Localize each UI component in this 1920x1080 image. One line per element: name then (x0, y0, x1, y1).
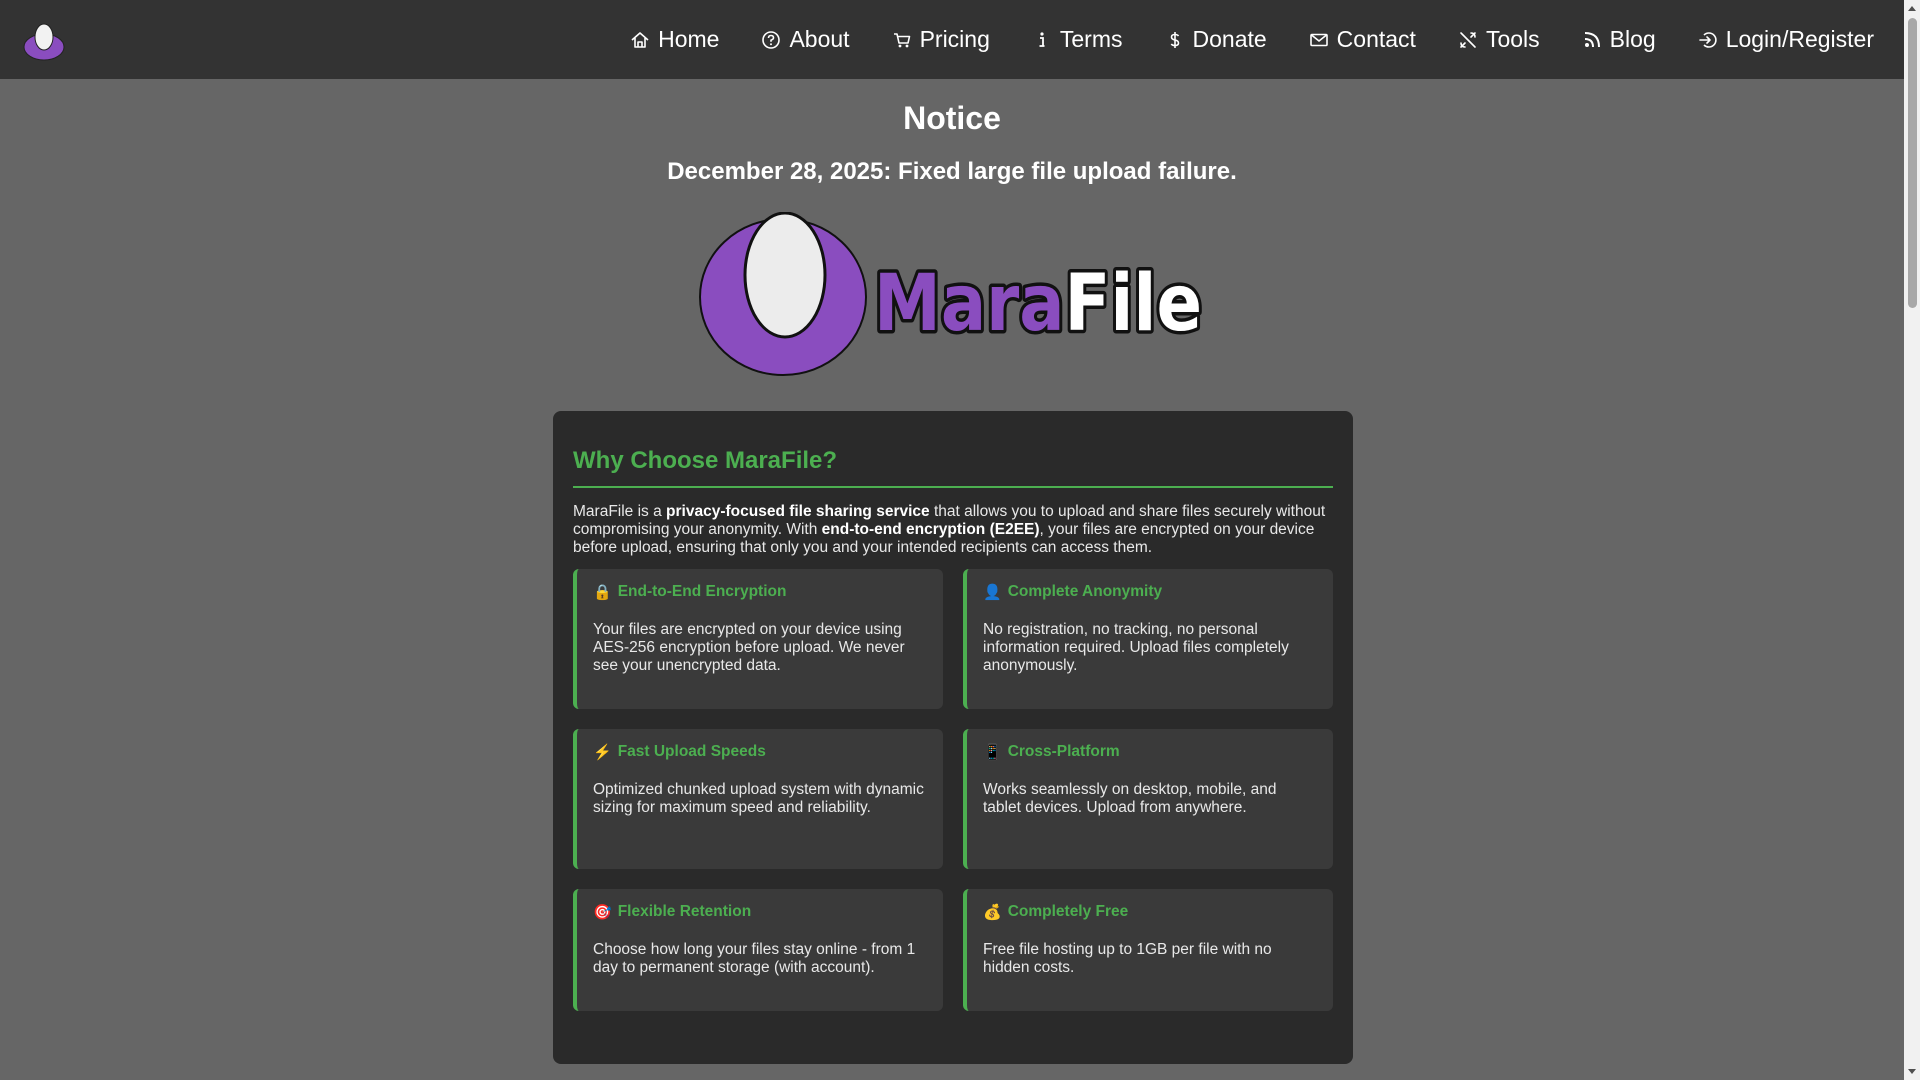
feature-title: 👤 Complete Anonymity (983, 583, 1317, 601)
envelope-icon (1309, 33, 1328, 46)
feature-card-speed: ⚡ Fast Upload Speeds Optimized chunked u… (573, 729, 943, 869)
nav-login-register-link[interactable]: Login/Register (1698, 26, 1874, 53)
scroll-up-arrow-icon[interactable] (1904, 0, 1920, 16)
feature-description: Optimized chunked upload system with dyn… (593, 781, 924, 816)
nav-contact-label: Contact (1336, 26, 1416, 52)
feature-description: Free file hosting up to 1GB per file wit… (983, 941, 1272, 976)
features-grid: 🔒 End-to-End Encryption Your files are e… (573, 569, 1333, 1011)
why-choose-heading: Why Choose MaraFile? (573, 447, 1333, 488)
feature-description: No registration, no tracking, no persona… (983, 621, 1289, 674)
nav-tools-label: Tools (1485, 26, 1540, 52)
feature-title-text: Complete Anonymity (1007, 583, 1163, 600)
feature-title-text: Flexible Retention (617, 903, 752, 920)
logo-wordmark: MaraFile (874, 259, 1202, 349)
nav-contact-link[interactable]: Contact (1309, 26, 1416, 53)
user-icon: 👤 (983, 583, 1002, 601)
nav-tools-link[interactable]: Tools (1458, 26, 1540, 53)
top-navbar: Home About Pricing Terms Donate Contact (0, 0, 1904, 79)
feature-description: Works seamlessly on desktop, mobile, and… (983, 781, 1277, 816)
lightning-icon: ⚡ (593, 743, 612, 761)
feature-title-text: End-to-End Encryption (617, 583, 787, 600)
page-scrollbar[interactable] (1904, 0, 1920, 1080)
nav-donate-link[interactable]: Donate (1165, 26, 1267, 53)
nav-blog-label: Blog (1609, 26, 1656, 52)
cart-icon (893, 32, 910, 47)
hero-logo: MaraFile (699, 212, 1206, 376)
notice-title: Notice (903, 100, 1001, 136)
nav-about-label: About (789, 26, 850, 52)
scroll-down-arrow-icon[interactable] (1904, 1064, 1920, 1080)
nav-terms-label: Terms (1059, 26, 1123, 52)
mobile-icon: 📱 (983, 743, 1002, 761)
home-icon (631, 31, 649, 48)
feature-title: 💰 Completely Free (983, 903, 1317, 921)
nav-login-register-label: Login/Register (1725, 26, 1874, 52)
feature-title: 🔒 End-to-End Encryption (593, 583, 927, 601)
tools-icon (1460, 31, 1476, 48)
feature-title-text: Fast Upload Speeds (617, 743, 766, 760)
info-icon (1039, 31, 1045, 47)
nav-links: Home About Pricing Terms Donate Contact (588, 26, 1874, 53)
rss-icon (1584, 31, 1600, 47)
page: Home About Pricing Terms Donate Contact (0, 0, 1920, 1080)
intro-bold-part: privacy-focused file sharing service (666, 503, 930, 520)
feature-description: Your files are encrypted on your device … (593, 621, 905, 674)
login-icon (1698, 31, 1717, 48)
feature-description: Choose how long your files stay online -… (593, 941, 916, 976)
feature-title: 📱 Cross-Platform (983, 743, 1317, 761)
money-bag-icon: 💰 (983, 903, 1002, 921)
nav-donate-label: Donate (1192, 26, 1267, 52)
intro-text-part: MaraFile is a (573, 503, 667, 520)
feature-card-free: 💰 Completely Free Free file hosting up t… (963, 889, 1333, 1011)
intro-bold-part: end-to-end encryption (E2EE) (821, 521, 1040, 538)
logo-egg-shape (743, 212, 827, 339)
site-logo-icon[interactable] (22, 18, 66, 62)
lock-icon: 🔒 (593, 583, 612, 601)
nav-pricing-label: Pricing (919, 26, 990, 52)
notice-text: December 28, 2025: Fixed large file uplo… (667, 158, 1237, 185)
feature-title: 🎯 Flexible Retention (593, 903, 927, 921)
feature-title-text: Completely Free (1007, 903, 1129, 920)
nav-home-label: Home (658, 26, 720, 52)
nav-pricing-link[interactable]: Pricing (892, 26, 990, 53)
feature-card-retention: 🎯 Flexible Retention Choose how long you… (573, 889, 943, 1011)
feature-title-text: Cross-Platform (1007, 743, 1120, 760)
nav-home-link[interactable]: Home (630, 26, 719, 53)
why-choose-card: Why Choose MaraFile? MaraFile is a priva… (553, 411, 1353, 1064)
intro-paragraph: MaraFile is a privacy-focused file shari… (573, 503, 1333, 557)
feature-title: ⚡ Fast Upload Speeds (593, 743, 927, 761)
nav-terms-link[interactable]: Terms (1032, 26, 1123, 53)
scrollbar-thumb[interactable] (1908, 18, 1917, 308)
nav-about-link[interactable]: About (761, 26, 850, 53)
target-icon: 🎯 (593, 903, 612, 921)
dollar-icon (1170, 31, 1179, 48)
question-circle-icon (762, 30, 781, 49)
feature-card-cross-platform: 📱 Cross-Platform Works seamlessly on des… (963, 729, 1333, 869)
nav-blog-link[interactable]: Blog (1582, 26, 1656, 53)
feature-card-encryption: 🔒 End-to-End Encryption Your files are e… (573, 569, 943, 709)
feature-card-anonymity: 👤 Complete Anonymity No registration, no… (963, 569, 1333, 709)
